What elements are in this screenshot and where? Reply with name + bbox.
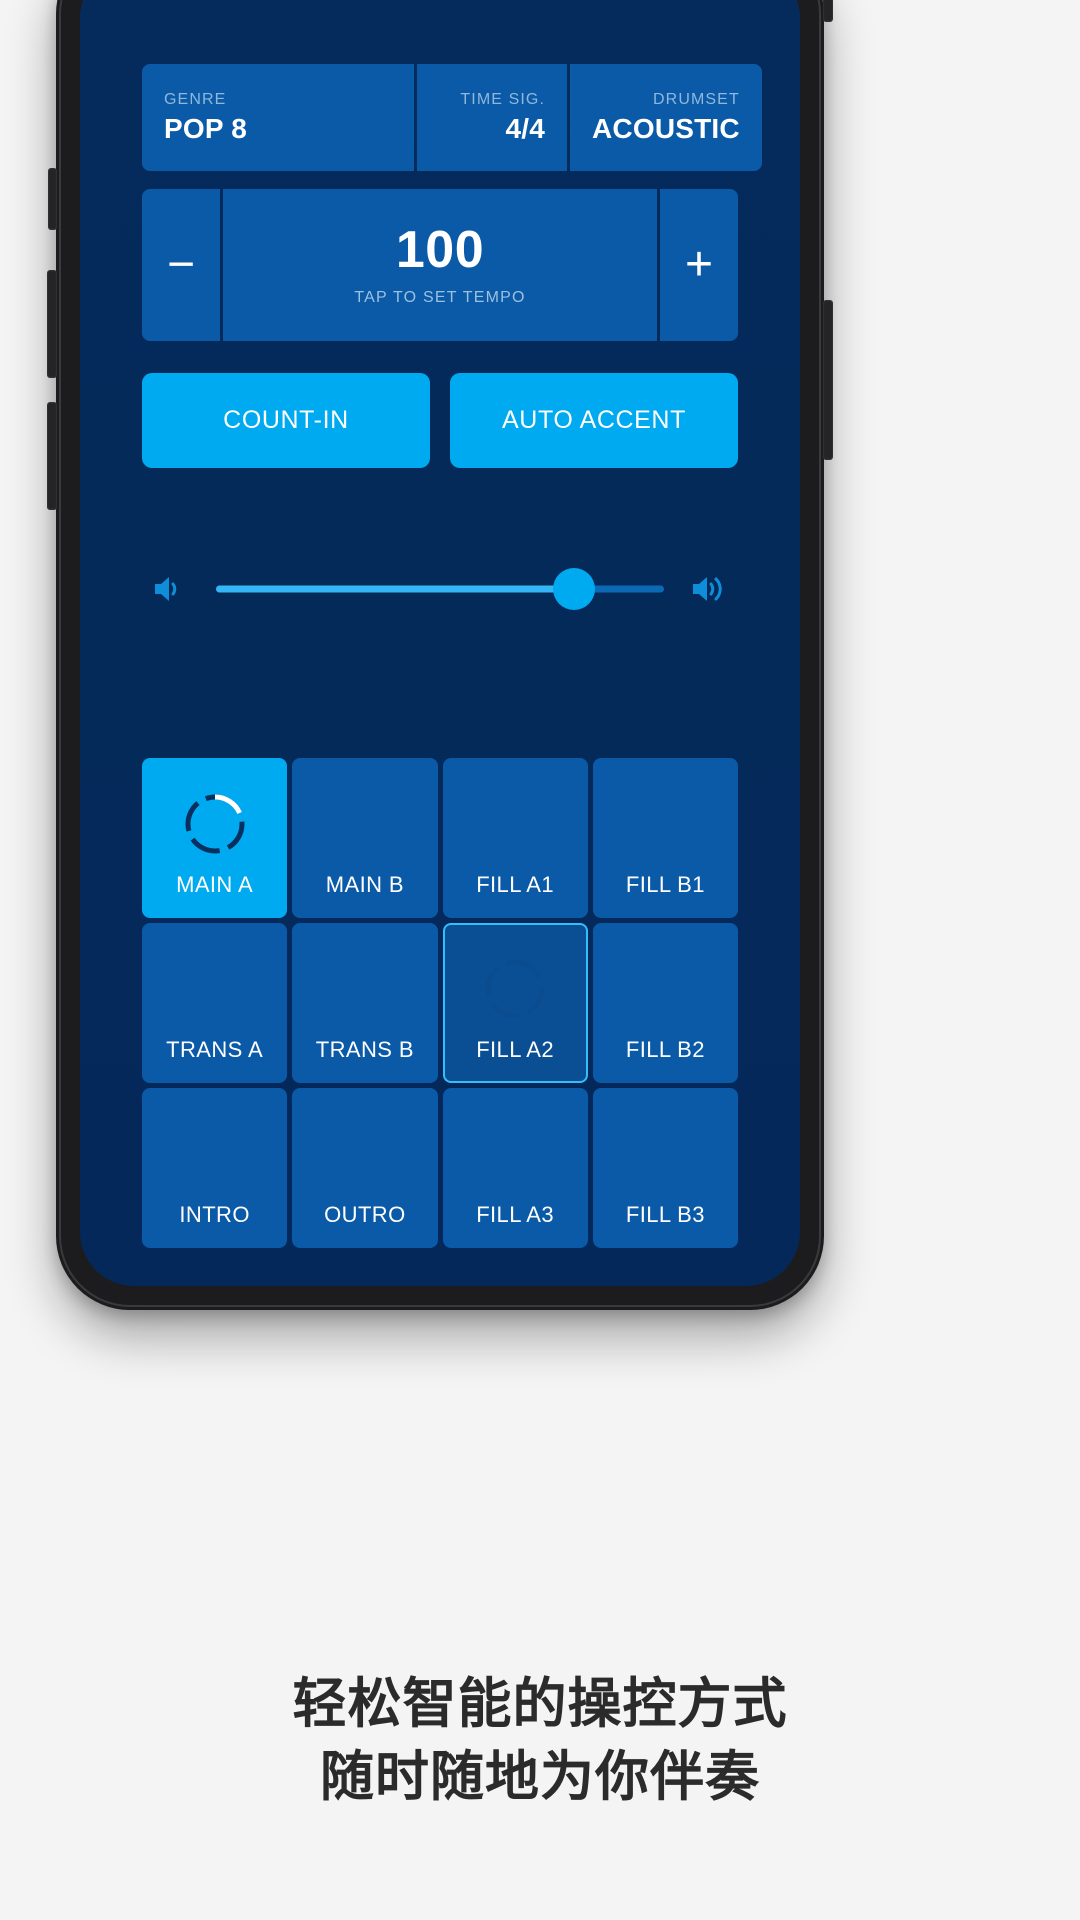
count-in-button[interactable]: COUNT-IN <box>142 373 430 468</box>
volume-slider-thumb[interactable] <box>553 568 596 610</box>
speaker-high-icon <box>682 573 738 605</box>
tap-tempo-area[interactable]: 100 TAP TO SET TEMPO <box>223 189 657 341</box>
phone-frame: GENRE POP 8 TIME SIG. 4/4 DRUMSET ACOUST… <box>47 0 833 1310</box>
volume-control <box>142 559 738 619</box>
pattern-pad-grid: MAIN A MAIN B FILL A1 FILL B1 TRANS A TRANS B… <box>142 758 738 1248</box>
pad-outro[interactable]: OUTRO <box>292 1088 438 1248</box>
pad-queued-ring-icon <box>485 959 545 1019</box>
pad-intro[interactable]: INTRO <box>142 1088 288 1248</box>
phone-screen: GENRE POP 8 TIME SIG. 4/4 DRUMSET ACOUST… <box>80 0 800 1286</box>
pad-label: FILL B1 <box>625 872 705 897</box>
pad-label: FILL B2 <box>625 1037 705 1062</box>
drumset-selector[interactable]: DRUMSET ACOUSTIC <box>570 64 762 171</box>
caption-line-1: 轻松智能的操控方式 <box>292 1672 788 1735</box>
pad-label: OUTRO <box>324 1202 406 1227</box>
pad-label: TRANS A <box>166 1037 264 1062</box>
pad-label: MAIN A <box>176 872 254 897</box>
time-signature-label: TIME SIG. <box>460 91 545 109</box>
pad-label: FILL A1 <box>476 872 555 897</box>
pad-trans-b[interactable]: TRANS B <box>292 923 438 1083</box>
time-signature-value: 4/4 <box>505 113 545 145</box>
toggle-row: COUNT-IN AUTO ACCENT <box>142 373 738 468</box>
silent-switch-button[interactable] <box>48 168 57 230</box>
volume-down-button[interactable] <box>47 402 57 510</box>
volume-slider[interactable] <box>216 559 664 619</box>
pad-fill-a1[interactable]: FILL A1 <box>442 758 588 918</box>
pad-progress-ring-icon <box>185 794 245 854</box>
genre-selector[interactable]: GENRE POP 8 <box>142 64 414 171</box>
pad-label: FILL B3 <box>625 1202 705 1227</box>
pad-fill-b1[interactable]: FILL B1 <box>592 758 738 918</box>
secondary-side-button[interactable] <box>823 0 833 22</box>
caption-line-2: 随时随地为你伴奏 <box>320 1744 760 1808</box>
genre-value: POP 8 <box>164 113 247 145</box>
speaker-low-icon <box>142 573 198 605</box>
info-bar: GENRE POP 8 TIME SIG. 4/4 DRUMSET ACOUST… <box>142 64 762 171</box>
pad-main-a[interactable]: MAIN A <box>142 758 288 918</box>
pad-label: FILL A3 <box>476 1202 555 1227</box>
pad-fill-b2[interactable]: FILL B2 <box>592 923 738 1083</box>
genre-label: GENRE <box>164 91 227 109</box>
time-signature-selector[interactable]: TIME SIG. 4/4 <box>417 64 567 171</box>
pad-fill-b3[interactable]: FILL B3 <box>592 1088 738 1248</box>
tempo-value: 100 <box>395 220 485 279</box>
pad-main-b[interactable]: MAIN B <box>292 758 438 918</box>
power-button[interactable] <box>823 300 833 460</box>
pad-label: FILL A2 <box>476 1037 555 1062</box>
drumset-value: ACOUSTIC <box>592 113 740 145</box>
pad-label: TRANS B <box>315 1037 414 1062</box>
pad-fill-a2[interactable]: FILL A2 <box>442 923 588 1083</box>
pad-trans-a[interactable]: TRANS A <box>142 923 288 1083</box>
pad-fill-a3[interactable]: FILL A3 <box>442 1088 588 1248</box>
drumset-label: DRUMSET <box>653 91 740 109</box>
pad-label: INTRO <box>179 1202 250 1227</box>
volume-slider-fill <box>216 585 575 593</box>
volume-up-button[interactable] <box>47 270 57 378</box>
drum-machine-app: GENRE POP 8 TIME SIG. 4/4 DRUMSET ACOUST… <box>80 0 800 1286</box>
tempo-increase-button[interactable]: + <box>660 189 738 341</box>
marketing-caption: 轻松智能的操控方式 随时随地为你伴奏 <box>0 1668 1080 1814</box>
pad-label: MAIN B <box>325 872 404 897</box>
tempo-control: − 100 TAP TO SET TEMPO + <box>142 189 738 341</box>
tempo-decrease-button[interactable]: − <box>142 189 220 341</box>
tempo-hint: TAP TO SET TEMPO <box>354 288 526 306</box>
auto-accent-button[interactable]: AUTO ACCENT <box>450 373 738 468</box>
